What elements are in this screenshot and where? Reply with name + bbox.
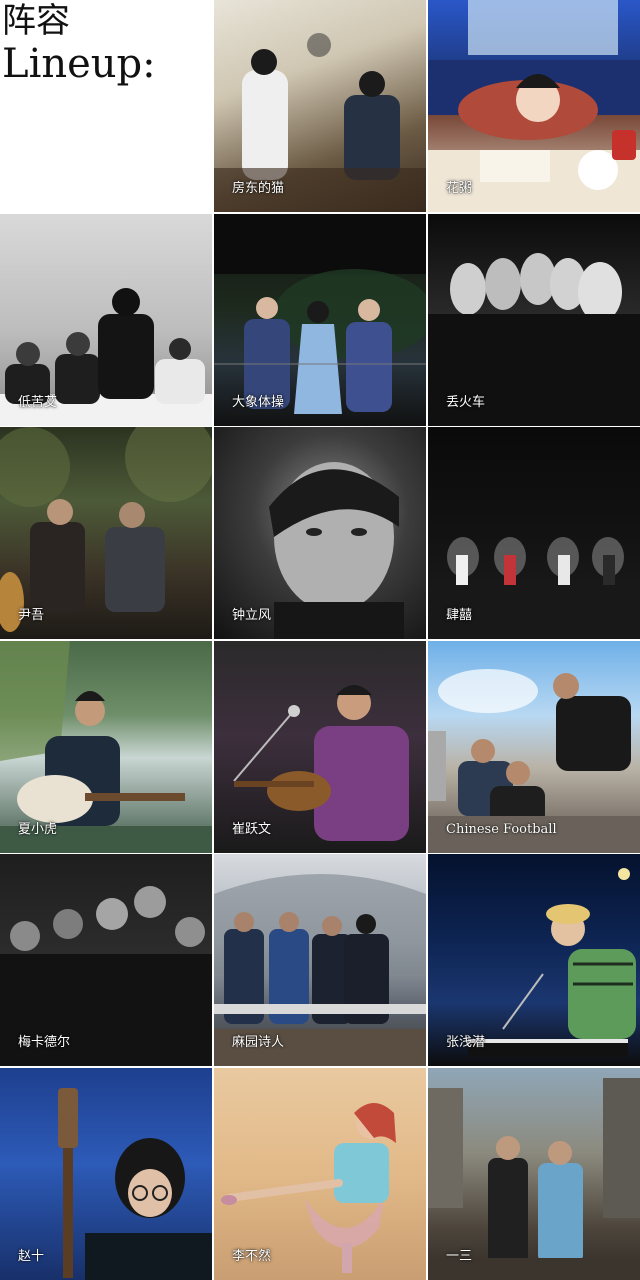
artist-name: 丢火车: [446, 394, 486, 410]
artist-tile-yisan[interactable]: 一三: [428, 1067, 640, 1280]
artist-tile-xiaxiaohu[interactable]: 夏小虎: [0, 640, 212, 853]
artist-name: 赵十: [18, 1248, 45, 1264]
artist-tile-fangdong[interactable]: 房东的猫: [214, 0, 426, 212]
artist-name: 一三: [446, 1248, 473, 1264]
artist-tile-diku[interactable]: 低苦艾: [0, 213, 212, 426]
artist-name: 钟立风: [232, 608, 272, 624]
artist-tile-huajie[interactable]: 花粥: [428, 0, 640, 212]
artist-tile-zhangqianqian[interactable]: 张浅潜: [428, 854, 640, 1067]
artist-name: 梅卡德尔: [18, 1035, 71, 1051]
artist-name: 崔跃文: [232, 821, 272, 837]
artist-tile-daxiang[interactable]: 大象体操: [214, 213, 426, 426]
artist-name: 尹吾: [18, 608, 45, 624]
artist-tile-meikadeer[interactable]: 梅卡德尔: [0, 854, 212, 1067]
lineup-grid: 阵容 Lineup: 房东的猫 花粥 低苦艾 大象体操 丢火车 尹吾 钟立风 肆…: [0, 0, 640, 1280]
artist-name: 大象体操: [232, 394, 285, 410]
artist-tile-zhaoshi[interactable]: 赵十: [0, 1067, 212, 1280]
artist-name: 李不然: [232, 1248, 272, 1264]
artist-name: 低苦艾: [18, 394, 58, 410]
artist-tile-siyi[interactable]: 肆囍: [428, 427, 640, 640]
artist-name: 花粥: [446, 181, 473, 196]
artist-tile-libu[interactable]: 李不然: [214, 1067, 426, 1280]
artist-tile-cuiyuewen[interactable]: 崔跃文: [214, 640, 426, 853]
title-chinese: 阵容: [2, 1, 70, 41]
artist-name: 麻园诗人: [232, 1035, 285, 1051]
title-english: Lineup:: [2, 41, 156, 88]
artist-tile-mayuan[interactable]: 麻园诗人: [214, 854, 426, 1067]
artist-tile-chinesefootball[interactable]: Chinese Football: [428, 640, 640, 853]
lineup-title-cell: 阵容 Lineup:: [0, 0, 212, 212]
artist-tile-zhongli[interactable]: 钟立风: [214, 427, 426, 640]
artist-name: 夏小虎: [18, 821, 58, 837]
artist-name: 房东的猫: [232, 181, 285, 196]
artist-name: 肆囍: [446, 608, 473, 624]
artist-tile-diuhuoche[interactable]: 丢火车: [428, 213, 640, 426]
artist-tile-yinwu[interactable]: 尹吾: [0, 427, 212, 640]
artist-name: 张浅潜: [446, 1035, 486, 1051]
artist-name: Chinese Football: [446, 821, 557, 837]
